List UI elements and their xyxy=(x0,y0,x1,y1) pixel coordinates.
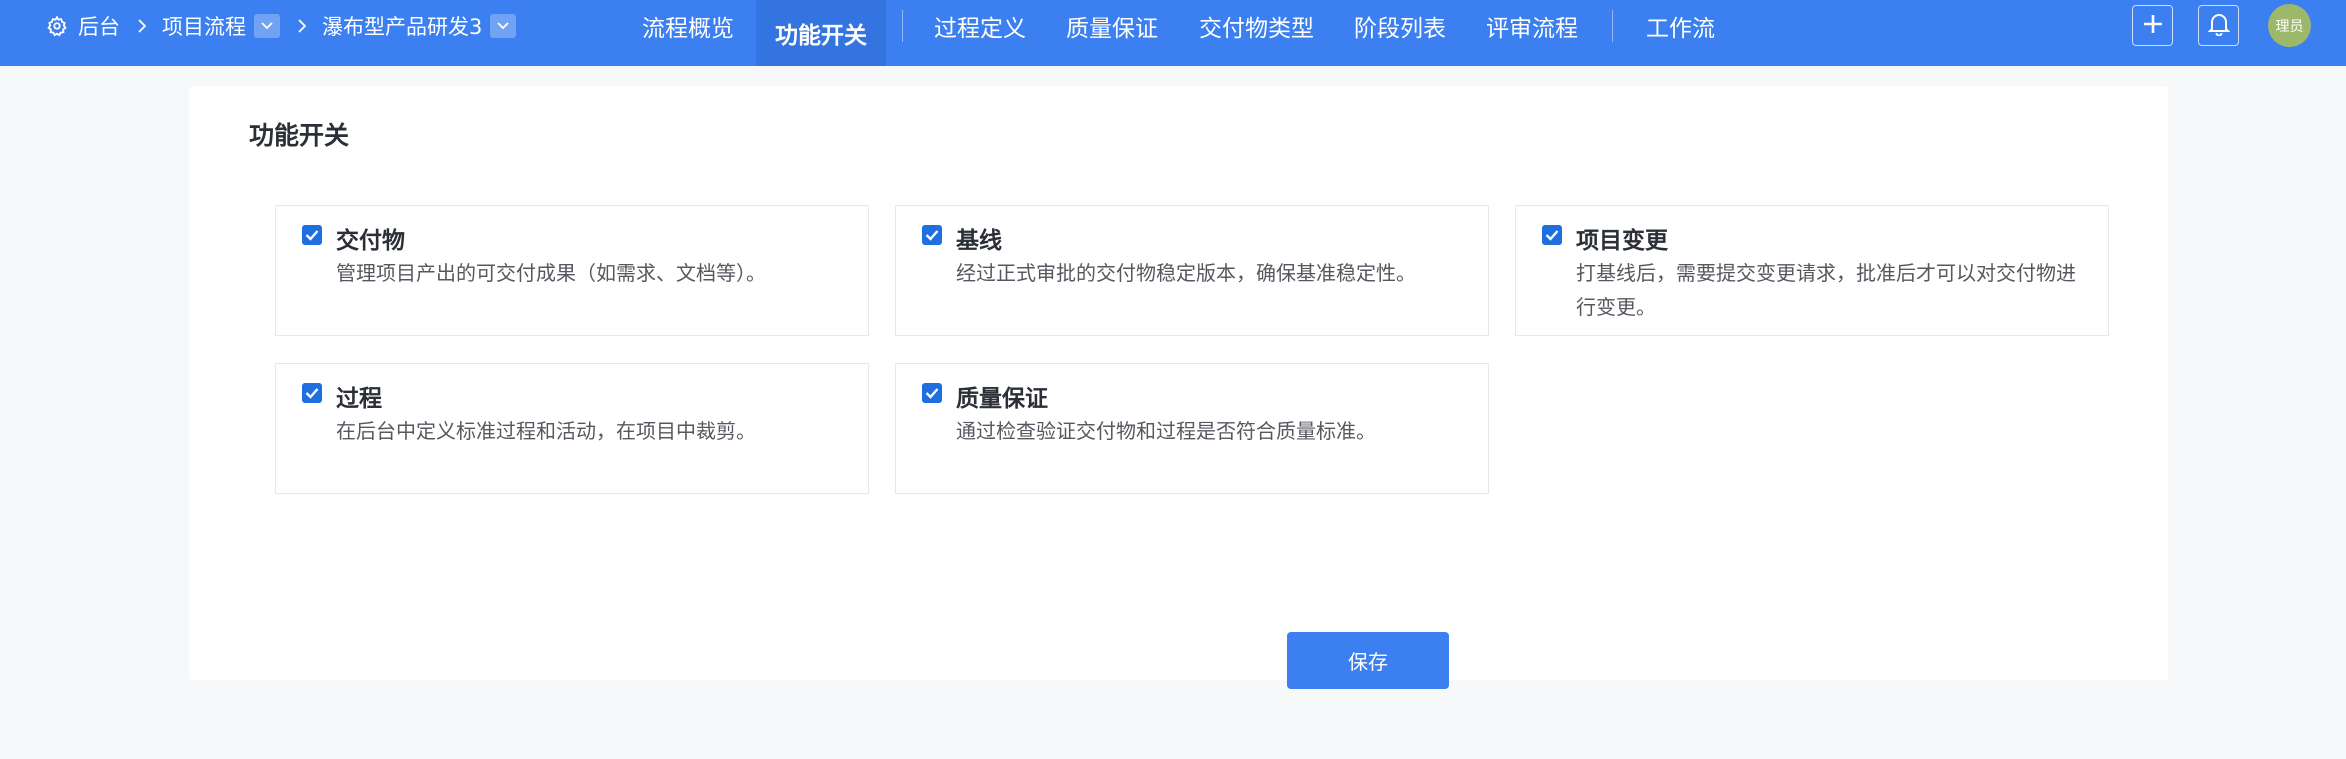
avatar[interactable]: 理员 xyxy=(2268,4,2311,47)
plus-icon xyxy=(2142,13,2164,39)
bell-icon xyxy=(2207,12,2230,40)
option-deliverables[interactable]: 交付物 管理项目产出的可交付成果（如需求、文档等）。 xyxy=(275,205,869,336)
chevron-right-icon xyxy=(296,19,308,33)
tab-review-flow[interactable]: 评审流程 xyxy=(1467,0,1597,52)
option-name: 交付物 xyxy=(336,228,405,254)
option-description: 管理项目产出的可交付成果（如需求、文档等）。 xyxy=(336,261,766,285)
chevron-right-icon xyxy=(136,19,148,33)
tab-process-definition[interactable]: 过程定义 xyxy=(915,0,1045,52)
chevron-down-icon[interactable] xyxy=(490,14,517,38)
tab-quality-assurance[interactable]: 质量保证 xyxy=(1047,0,1177,52)
breadcrumb: 后台 项目流程 瀑布型产品研发3 xyxy=(46,0,517,52)
nav-divider xyxy=(902,10,903,42)
feature-switch-panel: 功能开关 交付物 管理项目产出的可交付成果（如需求、文档等）。 基线 经过正式审… xyxy=(189,86,2168,689)
notifications-button[interactable] xyxy=(2198,5,2239,46)
chevron-down-icon[interactable] xyxy=(254,14,280,38)
option-name: 项目变更 xyxy=(1576,228,1668,254)
option-description: 通过检查验证交付物和过程是否符合质量标准。 xyxy=(956,419,1376,443)
option-name: 质量保证 xyxy=(956,386,1048,412)
tab-feature-switch[interactable]: 功能开关 xyxy=(756,0,886,66)
checkbox-baseline[interactable] xyxy=(922,225,942,245)
add-button[interactable] xyxy=(2132,5,2173,46)
option-baseline[interactable]: 基线 经过正式审批的交付物稳定版本，确保基准稳定性。 xyxy=(895,205,1489,336)
save-button[interactable]: 保存 xyxy=(1287,632,1449,689)
breadcrumb-item-admin[interactable]: 后台 xyxy=(78,11,120,41)
gear-icon[interactable] xyxy=(46,14,70,38)
checkbox-project-change[interactable] xyxy=(1542,225,1562,245)
option-process[interactable]: 过程 在后台中定义标准过程和活动，在项目中裁剪。 xyxy=(275,363,869,494)
option-description: 经过正式审批的交付物稳定版本，确保基准稳定性。 xyxy=(956,261,1416,285)
option-description: 在后台中定义标准过程和活动，在项目中裁剪。 xyxy=(336,419,756,443)
page-title: 功能开关 xyxy=(249,121,350,150)
tab-overview[interactable]: 流程概览 xyxy=(623,0,753,52)
option-name: 基线 xyxy=(956,228,1002,254)
breadcrumb-item-project[interactable]: 瀑布型产品研发3 xyxy=(322,11,482,41)
nav-divider xyxy=(1612,10,1613,42)
option-quality-assurance[interactable]: 质量保证 通过检查验证交付物和过程是否符合质量标准。 xyxy=(895,363,1489,494)
option-project-change[interactable]: 项目变更 打基线后，需要提交变更请求，批准后才可以对交付物进行变更。 xyxy=(1515,205,2109,336)
option-description: 打基线后，需要提交变更请求，批准后才可以对交付物进行变更。 xyxy=(1576,261,2076,319)
option-name: 过程 xyxy=(336,386,382,412)
checkbox-quality-assurance[interactable] xyxy=(922,383,942,403)
tab-deliverable-types[interactable]: 交付物类型 xyxy=(1180,0,1333,52)
tab-stage-list[interactable]: 阶段列表 xyxy=(1335,0,1465,52)
top-bar: 后台 项目流程 瀑布型产品研发3 流程概览 功能开关 过程定义 质量保证 交付物… xyxy=(0,0,2346,66)
checkbox-process[interactable] xyxy=(302,383,322,403)
breadcrumb-item-project-flow[interactable]: 项目流程 xyxy=(162,11,246,41)
checkbox-deliverables[interactable] xyxy=(302,225,322,245)
tab-workflow[interactable]: 工作流 xyxy=(1627,0,1734,52)
